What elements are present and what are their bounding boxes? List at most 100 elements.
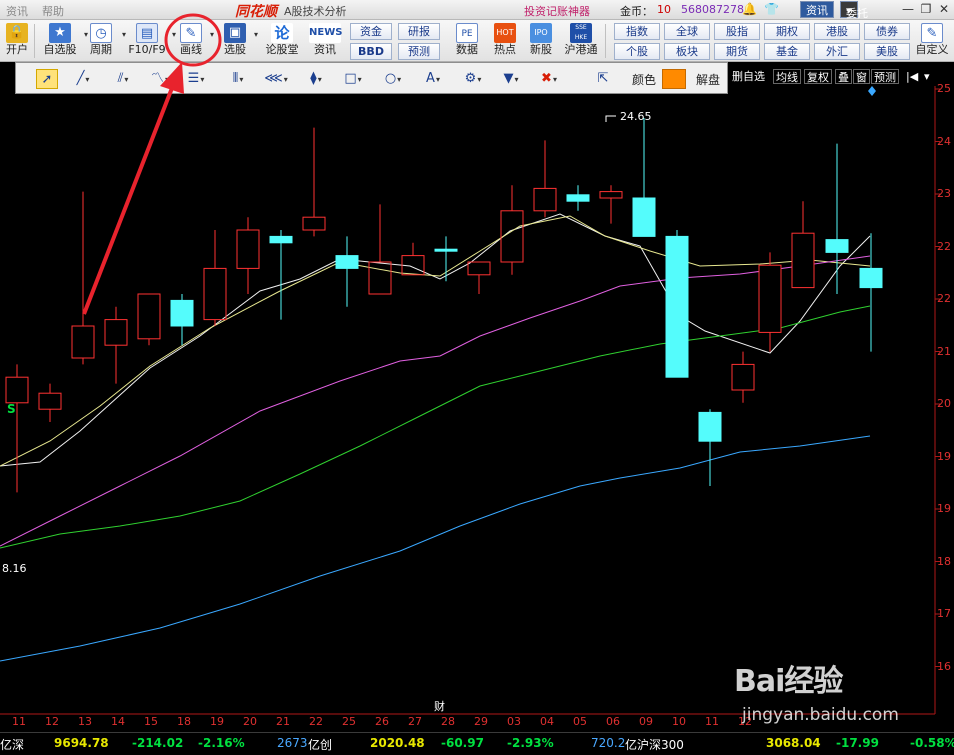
ipo-tool[interactable]: IPO 新股	[526, 22, 556, 60]
date-tick-label: 18	[177, 715, 191, 728]
market-button[interactable]: 港股	[814, 23, 860, 40]
low-price-label: 8.16	[2, 562, 27, 575]
market-button[interactable]: 外汇	[814, 43, 860, 60]
sz-label: 亿深	[0, 738, 25, 752]
price-tick-label: 22	[937, 292, 951, 305]
remove-watchlist-option[interactable]: 删自选	[732, 69, 765, 84]
forum-icon: 论	[271, 23, 293, 43]
cy-percent: -2.93%	[507, 736, 554, 750]
financial-report-marker[interactable]: 财	[434, 698, 445, 714]
stock-connect-tool[interactable]: SSE HKE 沪港通	[562, 22, 600, 60]
market-button[interactable]: 板块	[664, 43, 710, 60]
market-button[interactable]: 全球	[664, 23, 710, 40]
chevron-down-icon: ▾	[200, 75, 205, 84]
price-tick-label: 17	[937, 607, 951, 620]
watchlist-tool[interactable]: ★ 自选股 ▾	[40, 22, 88, 60]
date-tick-label: 22	[309, 715, 323, 728]
price-tick-label: 22	[937, 239, 951, 253]
candle-up	[758, 264, 782, 333]
bell-icon[interactable]: 🔔	[742, 2, 757, 16]
window-option[interactable]: 窗	[853, 69, 870, 84]
customize-tool[interactable]: ✎ 自定义	[914, 22, 950, 60]
hot-tool[interactable]: HOT 热点	[490, 22, 520, 60]
hs300-change: -17.99	[836, 736, 879, 750]
f10-tool[interactable]: ▤ F10/F9 ▾	[126, 22, 176, 60]
news-button[interactable]: 资讯	[800, 1, 834, 18]
toolbar-separator	[34, 24, 35, 58]
coin-label: 金币：	[620, 5, 653, 18]
candle-up	[467, 261, 491, 276]
date-tick-label: 25	[342, 715, 356, 728]
date-tick-label: 10	[672, 715, 686, 728]
draw-line-tool[interactable]: ✎ 画线 ▾	[176, 22, 214, 60]
market-button[interactable]: 个股	[614, 43, 660, 60]
open-account-tool[interactable]: 🔒 开户	[3, 22, 31, 60]
first-page-icon[interactable]: |◀	[906, 69, 918, 84]
stock-connect-icon: SSE HKE	[570, 23, 592, 43]
high-price-leader	[605, 115, 616, 122]
clock-icon: ◷	[90, 23, 112, 43]
research-button[interactable]: 研报	[398, 23, 440, 40]
candle-up	[791, 232, 815, 289]
menu-help[interactable]: 帮助	[42, 3, 64, 19]
cy-amount: 2673	[277, 736, 308, 750]
market-button[interactable]: 基金	[764, 43, 810, 60]
forecast-option[interactable]: 预测	[871, 69, 899, 84]
maximize-icon[interactable]: ❐	[918, 2, 934, 17]
candle-up	[203, 267, 227, 321]
date-tick-label: 28	[441, 715, 455, 728]
ipo-icon: IPO	[530, 23, 552, 43]
chevron-down-icon: ▾	[253, 30, 258, 39]
menu-news[interactable]: 资讯	[6, 3, 28, 19]
close-icon[interactable]: ✕	[936, 2, 952, 17]
candle-up	[599, 191, 623, 199]
candle-up	[5, 376, 29, 404]
date-tick-label: 29	[474, 715, 488, 728]
chevron-down-icon: ▾	[435, 75, 440, 84]
candle-up	[38, 392, 62, 410]
market-button[interactable]: 期权	[764, 23, 810, 40]
date-tick-label: 05	[573, 715, 587, 728]
ma-option[interactable]: 均线	[773, 69, 801, 84]
overlay-option[interactable]: 叠	[835, 69, 852, 84]
chevron-down-icon: ▾	[514, 75, 519, 84]
period-tool[interactable]: ◷ 周期 ▾	[84, 22, 126, 60]
moving-average-line	[0, 213, 871, 467]
candle-down	[434, 248, 458, 252]
price-tick-label: 18	[937, 554, 951, 568]
market-button[interactable]: 美股	[864, 43, 910, 60]
funds-button[interactable]: 资金	[350, 23, 392, 40]
moving-average-line	[0, 215, 871, 467]
minimize-icon[interactable]: —	[900, 2, 916, 17]
promo-link[interactable]: 投资记账神器	[524, 3, 590, 19]
forum-tool[interactable]: 论 论股堂	[264, 22, 300, 60]
chevron-down-icon: ▾	[209, 30, 214, 39]
stock-picker-tool[interactable]: ▣ 选股 ▾	[220, 22, 258, 60]
candle-up	[71, 325, 95, 359]
dropdown-icon[interactable]: ▾	[924, 69, 930, 84]
market-button[interactable]: 指数	[614, 23, 660, 40]
news-tool[interactable]: NEWS 资讯	[308, 22, 342, 60]
main-toolbar: 🔒 开户 ★ 自选股 ▾ ◷ 周期 ▾ ▤ F10/F9 ▾ ✎ 画线 ▾ ▣ …	[0, 20, 954, 62]
market-button[interactable]: 债券	[864, 23, 910, 40]
date-tick-label: 19	[210, 715, 224, 728]
candle-down	[566, 194, 590, 202]
forecast-button[interactable]: 预测	[398, 43, 440, 60]
title-bar: 资讯 帮助 同花顺 A股技术分析 投资记账神器 金币： 10 568087278…	[0, 0, 954, 20]
data-tool[interactable]: PE 数据	[452, 22, 482, 60]
adjust-option[interactable]: 复权	[804, 69, 832, 84]
f10-icon: ▤	[136, 23, 158, 43]
market-button[interactable]: 股指	[714, 23, 760, 40]
chevron-down-icon: ▾	[165, 75, 170, 84]
candle-up	[104, 319, 128, 346]
star-icon: ★	[49, 23, 71, 43]
date-tick-label: 11	[705, 715, 719, 728]
price-tick-label: 20	[937, 397, 951, 410]
date-tick-label: 27	[408, 715, 422, 728]
market-button[interactable]: 期货	[714, 43, 760, 60]
kline-chart[interactable]	[0, 86, 954, 732]
diamond-marker-icon	[868, 86, 876, 96]
shirt-icon[interactable]: 👕	[764, 2, 779, 16]
entrust-button[interactable]: 委托 ▾	[840, 1, 868, 20]
bbd-button[interactable]: BBD	[350, 43, 392, 60]
